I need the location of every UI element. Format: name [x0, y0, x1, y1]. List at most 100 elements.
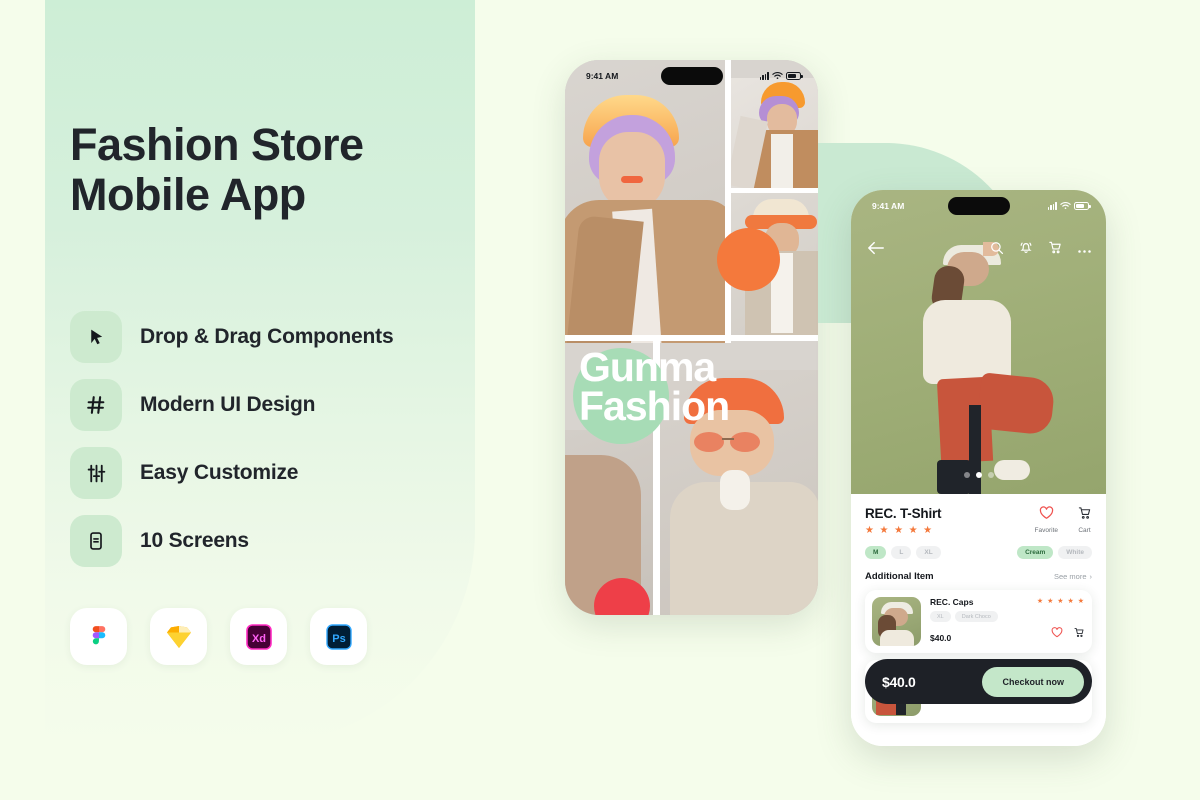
feature-item-easy-customize: Easy Customize — [70, 439, 470, 507]
checkout-now-button[interactable]: Checkout now — [982, 666, 1084, 697]
heart-icon — [1039, 506, 1053, 519]
hero-headline: Gunma Fashion — [579, 344, 730, 430]
item-chip-size[interactable]: XL — [930, 611, 951, 622]
sliders-icon — [70, 447, 122, 499]
color-chip-white[interactable]: White — [1058, 546, 1092, 559]
nav-action-icons — [990, 240, 1092, 260]
model-tshirt — [923, 300, 1011, 384]
additional-item-header: Additional Item See more › — [865, 571, 1092, 582]
status-time: 9:41 AM — [872, 201, 905, 211]
headline-line-1: Fashion Store — [70, 119, 364, 170]
see-more-button[interactable]: See more › — [1054, 572, 1092, 581]
signal-icon — [759, 71, 769, 80]
feature-label: 10 Screens — [140, 529, 249, 552]
product-title: REC. T-Shirt — [865, 506, 942, 521]
hero-line-1: Gunma — [579, 344, 716, 390]
feature-item-10-screens: 10 Screens — [70, 507, 470, 575]
carousel-dots[interactable] — [963, 472, 994, 478]
signal-icon — [1047, 201, 1057, 210]
hash-icon — [70, 379, 122, 431]
app-nav-bar — [851, 238, 1106, 264]
cart-icon[interactable] — [1048, 240, 1062, 260]
product-detail-panel: REC. T-Shirt ★ ★ ★ ★ ★ Favorite Cart M L… — [851, 494, 1106, 746]
favorite-button[interactable]: Favorite — [1035, 506, 1058, 534]
phone-mockup-home: Gunma Fashion 9:41 AM — [565, 60, 818, 615]
collage-divider-v1 — [725, 60, 731, 343]
item-chip-color[interactable]: Dark Choco — [954, 611, 998, 622]
product-action-buttons: Favorite Cart — [1035, 506, 1092, 534]
feature-label: Drop & Drag Components — [140, 325, 394, 348]
carousel-dot-3[interactable] — [987, 472, 994, 478]
additional-item-card[interactable]: REC. Caps ★ ★ ★ ★ ★ XL Dark Choco $40.0 — [865, 590, 1092, 653]
svg-text:Xd: Xd — [251, 633, 265, 645]
product-rating-stars: ★ ★ ★ ★ ★ — [865, 525, 934, 536]
carousel-dot-2-active[interactable] — [975, 472, 982, 478]
status-time: 9:41 AM — [586, 71, 619, 81]
bell-icon[interactable] — [1019, 240, 1033, 260]
hero-line-2: Fashion — [579, 383, 730, 430]
status-indicators — [759, 71, 803, 80]
product-hero-image — [851, 190, 1106, 494]
item-price: $40.0 — [930, 633, 952, 643]
color-chip-cream[interactable]: Cream — [1017, 546, 1054, 559]
cursor-icon — [70, 311, 122, 363]
item-bottom-row: $40.0 — [930, 625, 1085, 643]
dynamic-island — [660, 67, 723, 85]
photoshop-logo: Ps — [310, 608, 367, 665]
see-more-label: See more — [1053, 572, 1087, 581]
item-cart-icon[interactable] — [1073, 625, 1085, 643]
checkout-bar: $40.0 Checkout now — [865, 659, 1092, 704]
feature-label: Easy Customize — [140, 461, 299, 484]
search-icon[interactable] — [990, 241, 1004, 260]
chevron-right-icon: › — [1089, 572, 1093, 581]
adobe-xd-logo: Xd — [230, 608, 287, 665]
feature-item-drag-drop: Drop & Drag Components — [70, 303, 470, 371]
model-shoe — [994, 460, 1030, 480]
feature-label: Modern UI Design — [140, 393, 316, 416]
cart-icon — [1078, 507, 1091, 519]
collage-divider-h2 — [565, 335, 818, 341]
favorite-label: Favorite — [1034, 527, 1058, 534]
wifi-icon — [772, 72, 783, 79]
product-title-block: REC. T-Shirt ★ ★ ★ ★ ★ — [865, 506, 942, 536]
photo-collage: Gunma Fashion — [565, 60, 818, 615]
sketch-logo — [150, 608, 207, 665]
back-arrow-icon[interactable] — [867, 240, 885, 261]
item-favorite-icon[interactable] — [1051, 625, 1063, 643]
cart-button[interactable]: Cart — [1077, 506, 1092, 534]
status-bar: 9:41 AM — [565, 60, 818, 96]
more-icon[interactable] — [1077, 241, 1092, 259]
color-selector: Cream White — [1017, 546, 1092, 559]
product-header-row: REC. T-Shirt ★ ★ ★ ★ ★ Favorite Cart — [865, 506, 1092, 536]
item-thumbnail — [872, 597, 921, 646]
model-pants-right — [976, 372, 1056, 436]
item-actions — [1051, 625, 1085, 643]
checkout-total-price: $40.0 — [882, 673, 916, 690]
wifi-icon — [1060, 202, 1071, 209]
variant-selectors: M L XL Cream White — [865, 546, 1092, 559]
cart-label: Cart — [1078, 527, 1091, 534]
figma-logo — [70, 608, 127, 665]
battery-icon — [1074, 201, 1091, 210]
size-chip-l[interactable]: L — [891, 546, 912, 559]
mobile-screen-icon — [70, 515, 122, 567]
collage-divider-h1 — [731, 188, 818, 193]
svg-text:Ps: Ps — [332, 633, 345, 645]
item-rating-stars: ★ ★ ★ ★ ★ — [1036, 598, 1085, 605]
size-chip-m[interactable]: M — [865, 546, 887, 559]
item-top-row: REC. Caps ★ ★ ★ ★ ★ — [930, 597, 1085, 607]
phone-mockup-product-detail: 9:41 AM REC. T-Shirt ★ ★ ★ ★ ★ Favorite … — [851, 190, 1106, 746]
page-title: Fashion Store Mobile App — [70, 120, 470, 219]
item-variant-chips: XL Dark Choco — [930, 611, 1085, 622]
feature-item-modern-ui: Modern UI Design — [70, 371, 470, 439]
decor-circle-orange — [717, 228, 780, 291]
battery-icon — [786, 71, 803, 80]
left-promo-panel: Fashion Store Mobile App Drop & Drag Com… — [45, 0, 475, 745]
size-chip-xl[interactable]: XL — [916, 546, 941, 559]
carousel-dot-1[interactable] — [963, 472, 970, 478]
size-selector: M L XL — [865, 546, 941, 559]
item-info: REC. Caps ★ ★ ★ ★ ★ XL Dark Choco $40.0 — [930, 597, 1085, 646]
feature-list: Drop & Drag Components Modern UI Design … — [70, 303, 470, 575]
additional-item-title: Additional Item — [865, 571, 934, 582]
dynamic-island — [947, 197, 1010, 215]
